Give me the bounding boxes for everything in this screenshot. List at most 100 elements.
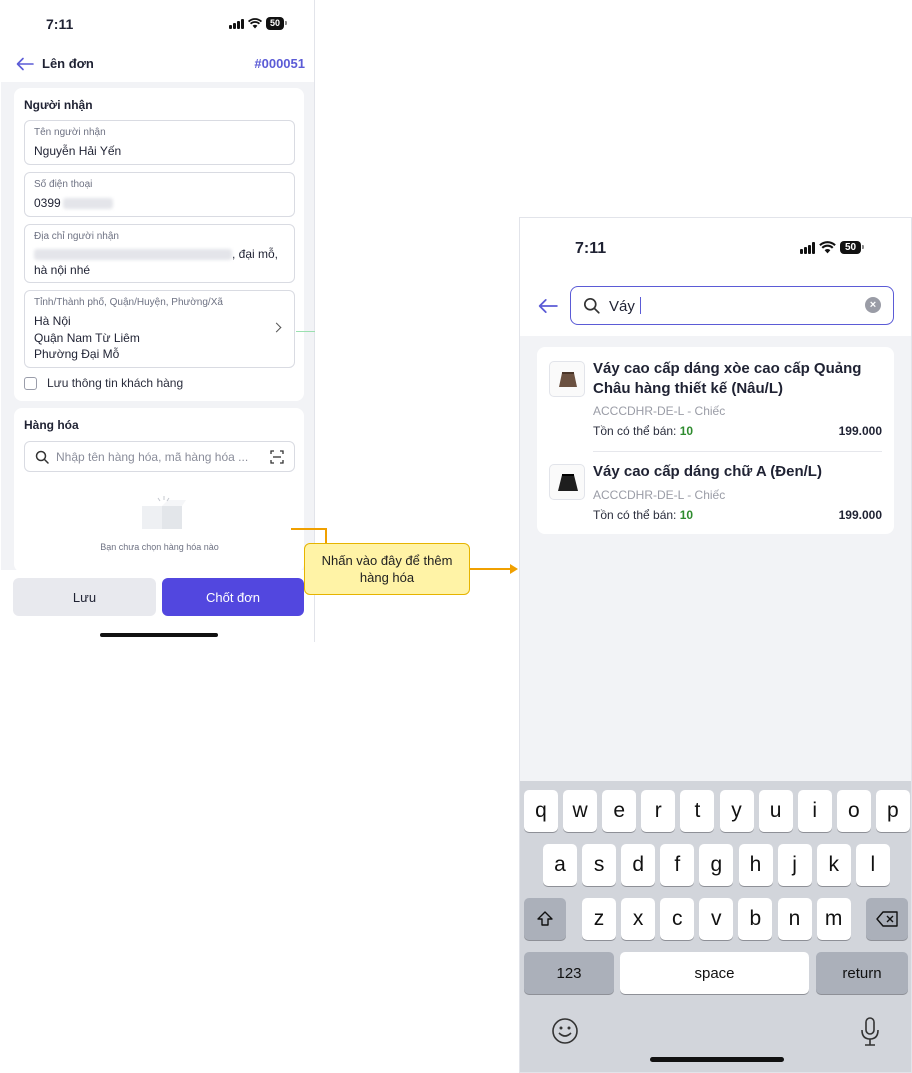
key-m[interactable]: m [816,898,851,940]
key-c[interactable]: c [660,898,695,940]
home-indicator [650,1057,784,1062]
status-bar: 7:11 50 [520,218,911,276]
product-search-field[interactable]: Váy × [570,286,894,325]
recipient-name-value: Nguyễn Hải Yến [34,144,122,158]
key-h[interactable]: h [738,844,773,886]
product-search-input[interactable]: Nhập tên hàng hóa, mã hàng hóa ... [24,441,295,472]
key-o[interactable]: o [836,790,871,832]
province-value: Hà Nội [34,314,71,328]
product-price: 199.000 [838,508,882,522]
chevron-right-icon [271,322,282,333]
callout-note: Nhấn vào đây để thêm hàng hóa [304,543,470,595]
key-p[interactable]: p [875,790,910,832]
key-v[interactable]: v [699,898,734,940]
key-y[interactable]: y [719,790,754,832]
empty-state-text: Bạn chưa chọn hàng hóa nào [100,542,219,552]
space-key[interactable]: space [620,952,809,994]
product-stock: Tồn có thể bán: 10 [593,508,694,522]
list-item[interactable]: Váy cao cấp dáng xòe cao cấp Quảng Châu … [537,347,894,451]
key-k[interactable]: k [816,844,851,886]
product-sku: ACCCDHR-DE-L - Chiếc [593,404,726,418]
status-time: 7:11 [575,240,607,257]
search-icon [583,297,600,314]
field-label: Tỉnh/Thành phố, Quận/Huyện, Phường/Xã [34,297,223,308]
connector-arrow [470,568,512,570]
arrow-head-icon [510,564,518,574]
wifi-icon [248,18,262,29]
empty-box-icon [142,496,186,529]
backspace-key[interactable] [866,898,908,940]
product-thumbnail [549,361,585,397]
home-indicator [100,633,218,637]
status-icons: 50 [229,17,288,30]
search-placeholder: Nhập tên hàng hóa, mã hàng hóa ... [56,450,249,464]
key-r[interactable]: r [641,790,676,832]
product-sku: ACCCDHR-DE-L - Chiếc [593,488,726,502]
battery-icon: 50 [266,17,288,30]
key-b[interactable]: b [738,898,773,940]
order-screen: 7:11 50 Lên đơn #000051 Người nhận Tên n… [1,0,315,642]
product-price: 199.000 [838,424,882,438]
key-g[interactable]: g [699,844,734,886]
signal-icon [800,241,815,254]
recipient-section-title: Người nhận [24,98,93,112]
order-number: #000051 [254,56,305,71]
search-header: Váy × [520,276,911,336]
status-bar: 7:11 50 [1,0,314,46]
keyboard: qwertyuiop asdfghjkl zxcvbnm 123 space r… [520,781,911,1072]
microphone-icon[interactable] [860,1017,880,1047]
key-u[interactable]: u [758,790,793,832]
backspace-icon [876,911,898,927]
product-thumbnail [549,464,585,500]
product-stock: Tồn có thể bán: 10 [593,424,694,438]
recipient-card: Người nhận Tên người nhận Nguyễn Hải Yến… [14,88,304,401]
key-x[interactable]: x [621,898,656,940]
key-w[interactable]: w [563,790,598,832]
district-value: Quận Nam Từ Liêm [34,331,140,345]
shift-key[interactable] [524,898,566,940]
phone-field[interactable]: Số điện thoại 0399 [24,172,295,217]
address-field[interactable]: Địa chỉ người nhận , đại mỗ, hà nội nhé [24,224,295,283]
key-f[interactable]: f [660,844,695,886]
barcode-scan-icon[interactable] [270,450,284,464]
region-field[interactable]: Tỉnh/Thành phố, Quận/Huyện, Phường/Xã Hà… [24,290,295,368]
shift-icon [537,911,553,926]
return-key[interactable]: return [816,952,908,994]
connector-line [291,528,326,530]
save-customer-label[interactable]: Lưu thông tin khách hàng [47,376,183,390]
list-item[interactable]: Váy cao cấp dáng chữ A (Đen/L) ACCCDHR-D… [537,452,894,534]
ward-value: Phường Đại Mỗ [34,347,120,361]
key-z[interactable]: z [582,898,616,940]
text-caret [639,297,641,314]
save-button[interactable]: Lưu [13,578,156,616]
status-icons: 50 [800,241,865,254]
search-icon [35,450,49,464]
field-label: Địa chỉ người nhận [34,231,119,242]
key-l[interactable]: l [855,844,890,886]
key-e[interactable]: e [602,790,637,832]
key-s[interactable]: s [582,844,617,886]
goods-section-title: Hàng hóa [24,418,79,432]
recipient-name-field[interactable]: Tên người nhận Nguyễn Hải Yến [24,120,295,165]
battery-icon: 50 [840,241,865,254]
page-title: Lên đơn [42,56,94,71]
back-arrow-icon[interactable] [538,298,558,314]
clear-search-icon[interactable]: × [865,297,881,313]
redacted-blur [62,198,113,210]
save-customer-checkbox[interactable] [24,377,37,390]
confirm-order-button[interactable]: Chốt đơn [162,578,304,616]
key-q[interactable]: q [524,790,558,832]
product-name: Váy cao cấp dáng chữ A (Đen/L) [593,463,822,480]
key-t[interactable]: t [680,790,715,832]
field-label: Tên người nhận [34,127,106,138]
numbers-key[interactable]: 123 [524,952,614,994]
key-n[interactable]: n [777,898,812,940]
guide-line [296,331,315,332]
back-arrow-icon[interactable] [16,57,34,71]
key-a[interactable]: a [543,844,577,886]
key-j[interactable]: j [777,844,812,886]
key-i[interactable]: i [797,790,832,832]
emoji-icon[interactable] [551,1017,579,1045]
address-value: , đại mỗ, hà nội nhé [34,247,279,277]
key-d[interactable]: d [621,844,656,886]
